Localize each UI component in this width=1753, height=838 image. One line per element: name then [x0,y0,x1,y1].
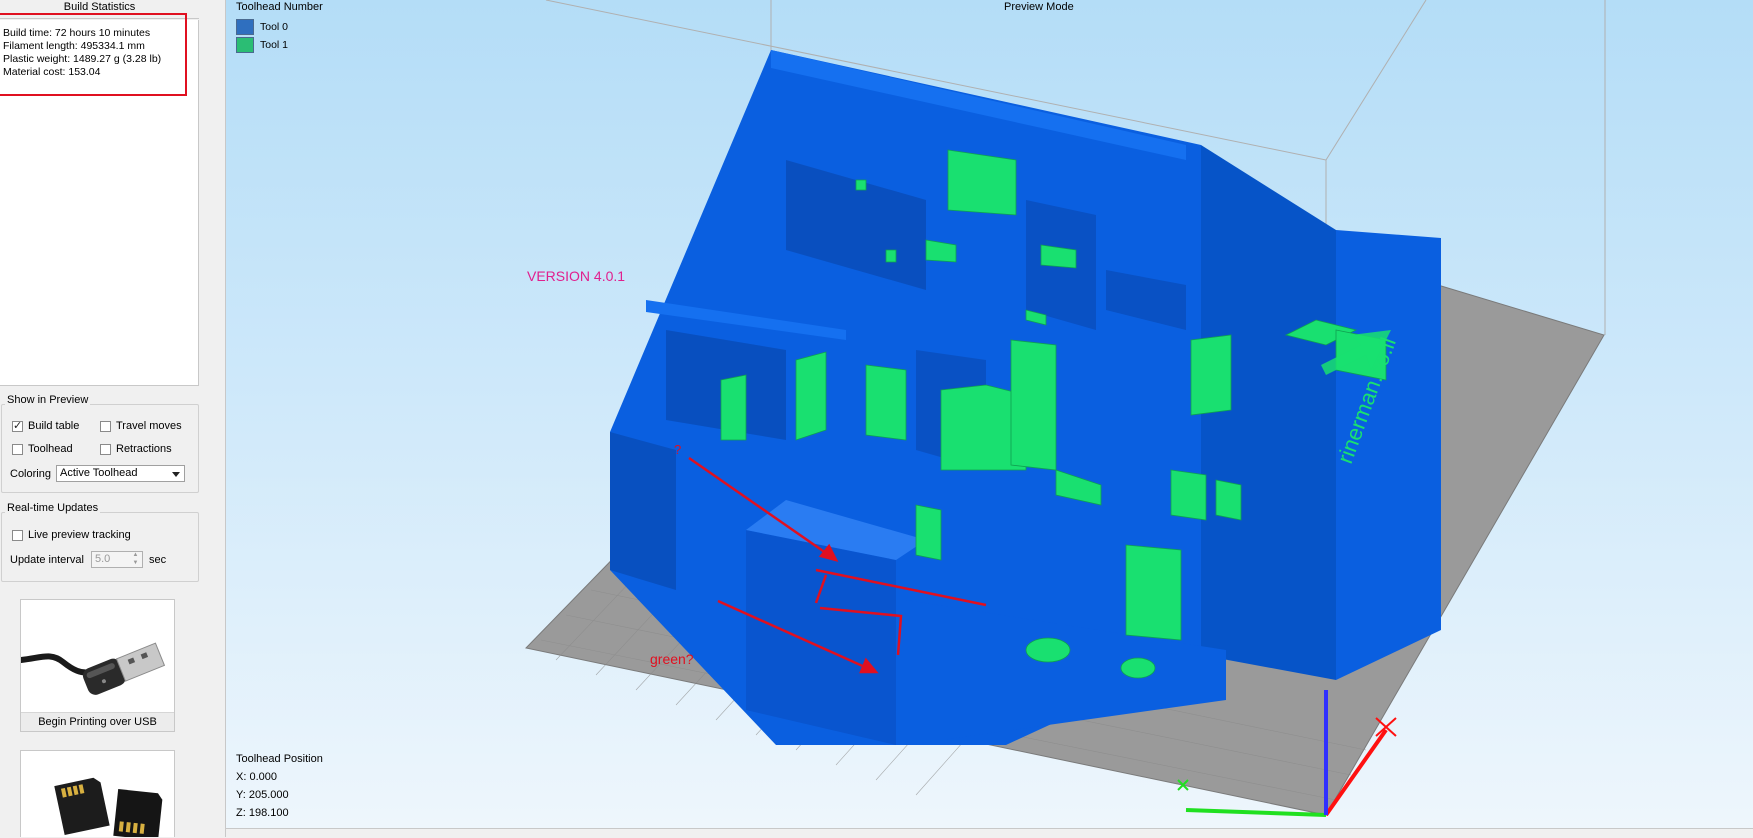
toolhead-position-title: Toolhead Position [236,753,323,765]
tool1-swatch [236,37,254,53]
coloring-value: Active Toolhead [60,467,138,479]
version-label: VERSION 4.0.1 [527,268,626,284]
print-usb-button[interactable]: Begin Printing over USB [20,599,175,732]
toolhead-position: Toolhead Position X: 0.000 Y: 205.000 Z:… [236,750,323,822]
print-usb-label: Begin Printing over USB [21,712,174,731]
annotation-green: green? [650,651,694,667]
travel-moves-label: Travel moves [116,420,182,432]
annotation-question: ? [674,442,681,457]
build-table-label: Build table [28,420,80,432]
preview-mode-title: Preview Mode [1004,1,1074,13]
update-interval-value: 5.0 [95,553,111,565]
annotation-highlight-box [0,13,187,96]
left-panel: Build Statistics Build time: 72 hours 10… [0,0,225,837]
show-in-preview-title: Show in Preview [5,394,91,406]
retractions-label: Retractions [116,443,172,455]
retractions-checkbox[interactable] [100,444,111,455]
toolhead-checkbox[interactable] [12,444,23,455]
toolhead-position-z: Z: 198.100 [236,807,289,819]
save-to-sd-button[interactable] [20,750,175,837]
coloring-label: Coloring [10,468,51,480]
legend-tool-1: Tool 1 [236,37,288,53]
coloring-dropdown[interactable]: Active Toolhead [56,465,185,482]
preview-viewport[interactable]: rinerman.co.il ? green? Toolhead Number … [226,0,1753,828]
toolhead-label: Toolhead [28,443,73,455]
spin-up-icon[interactable]: ▲ [130,552,141,559]
live-preview-label: Live preview tracking [28,529,131,541]
update-interval-spinbox[interactable]: 5.0 ▲ ▼ [91,551,143,568]
toolhead-position-x: X: 0.000 [236,771,277,783]
build-table-checkbox[interactable] [12,419,23,432]
chevron-down-icon [172,472,180,477]
travel-moves-checkbox[interactable] [100,421,111,432]
live-preview-checkbox[interactable] [12,530,23,541]
toolhead-position-y: Y: 205.000 [236,789,289,801]
realtime-updates-group [1,512,199,582]
update-interval-unit: sec [149,554,167,566]
tool0-swatch [236,19,254,35]
update-interval-label: Update interval [10,554,84,566]
realtime-updates-title: Real-time Updates [5,502,101,514]
tool0-label: Tool 0 [260,21,289,33]
spin-down-icon[interactable]: ▼ [130,560,141,567]
legend-tool-0: Tool 0 [236,19,288,35]
usb-icon [21,642,166,695]
sd-card-icon [54,777,163,837]
toolhead-legend-title: Toolhead Number [236,1,323,13]
tool1-label: Tool 1 [260,39,289,51]
model-preview-canvas[interactable]: rinerman.co.il ? green? [226,0,1753,828]
